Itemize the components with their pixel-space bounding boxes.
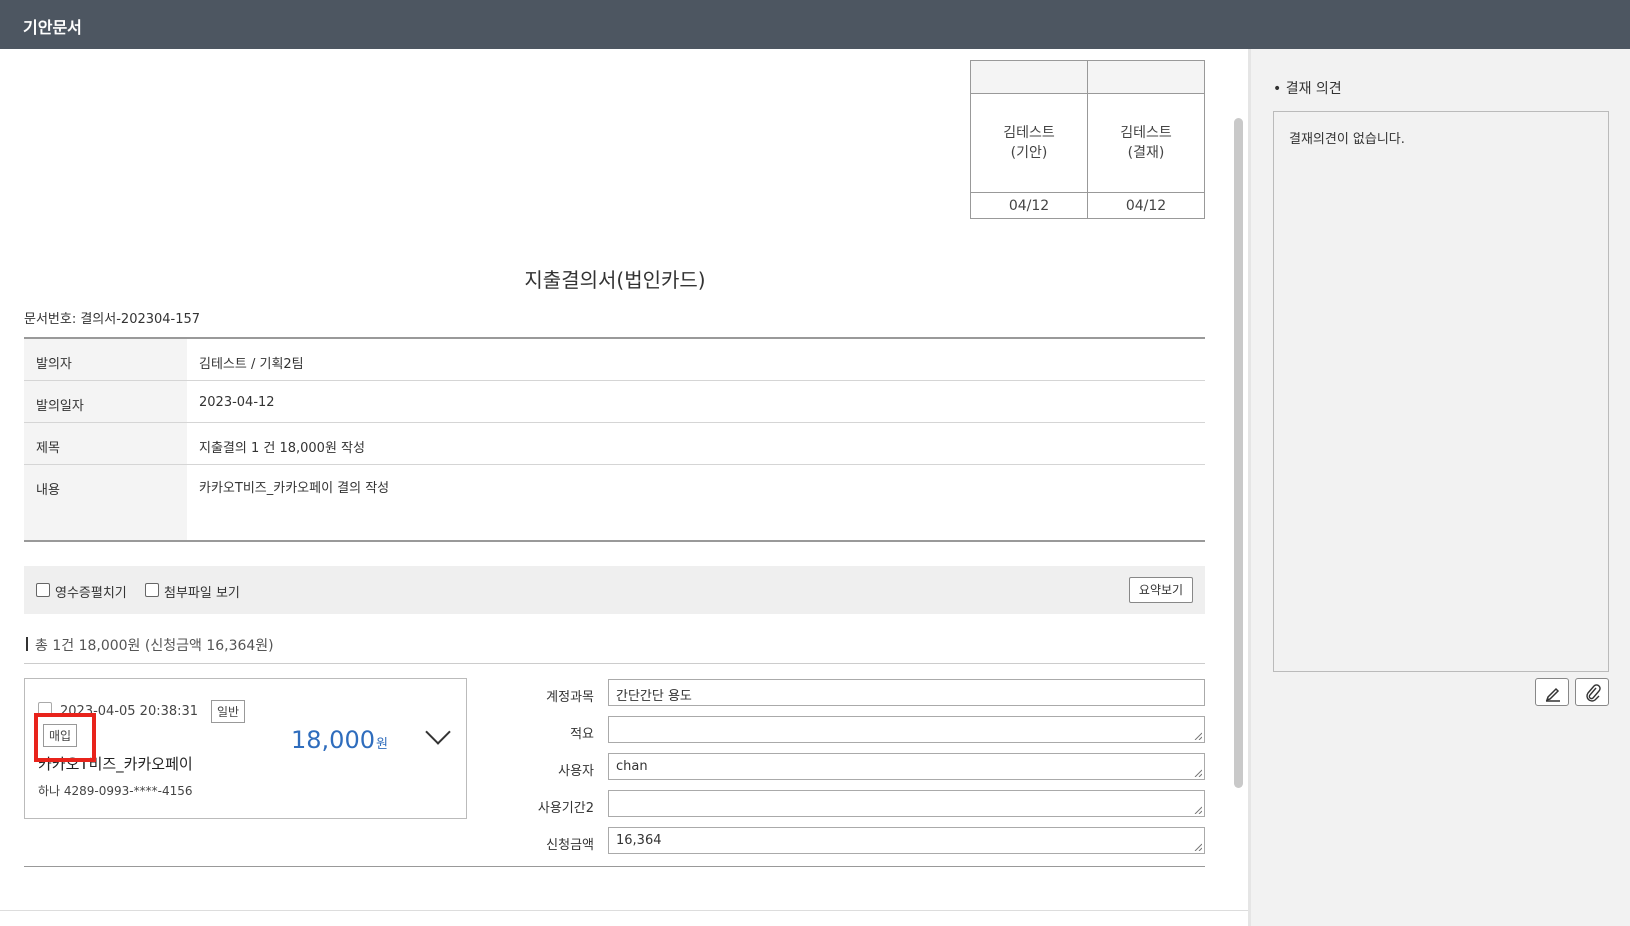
transaction-amount: 18,000원	[291, 726, 388, 754]
approval-date: 04/12	[1087, 192, 1205, 219]
approval-date: 04/12	[970, 192, 1088, 219]
account-field[interactable]: 간단간단 용도	[608, 679, 1205, 706]
total-summary: 총 1건 18,000원 (신청금액 16,364원)	[35, 638, 274, 654]
attachment-view-checkbox[interactable]	[145, 583, 159, 597]
info-row-content: 내용 카카오T비즈_카카오페이 결의 작성	[24, 465, 1205, 541]
field-label-account: 계정과목	[546, 690, 594, 705]
field-label-period: 사용기간2	[537, 801, 594, 816]
resize-handle-icon[interactable]	[1194, 732, 1202, 740]
document-number: 문서번호: 결의서-202304-157	[24, 312, 201, 327]
amount-unit: 원	[375, 737, 388, 752]
info-value: 카카오T비즈_카카오페이 결의 작성	[199, 481, 390, 496]
pencil-icon	[1545, 687, 1560, 702]
approver-role: (결재)	[1127, 145, 1165, 161]
window-title: 기안문서	[23, 18, 82, 37]
receipt-expand-checkbox[interactable]	[36, 583, 50, 597]
period-field[interactable]	[608, 790, 1205, 817]
summary-view-button[interactable]: 요약보기	[1129, 577, 1193, 603]
summary-field[interactable]	[608, 716, 1205, 743]
opinion-box: 결재의견이 없습니다.	[1273, 111, 1609, 672]
field-label-summary: 적요	[570, 727, 594, 742]
user-field[interactable]: chan	[608, 753, 1205, 780]
resize-handle-icon[interactable]	[1194, 843, 1202, 851]
approver-name: 김테스트	[1003, 125, 1055, 141]
paperclip-icon	[1586, 684, 1601, 702]
items-bottom-border	[24, 866, 1205, 867]
info-value: 지출결의 1 건 18,000원 작성	[199, 441, 365, 456]
approver-name-approver: 김테스트 (결재)	[1087, 93, 1205, 193]
card-number: 하나 4289-0993-****-4156	[38, 784, 193, 798]
info-label: 발의일자	[24, 381, 187, 422]
scrollbar-thumb[interactable]	[1234, 118, 1243, 788]
expense-toolbar: 영수증펼치기 첨부파일 보기 요약보기	[24, 566, 1205, 614]
write-opinion-button[interactable]	[1535, 678, 1569, 706]
info-value: 김테스트 / 기획2팀	[199, 357, 304, 372]
info-label: 제목	[24, 423, 187, 464]
approver-role: (기안)	[1010, 145, 1048, 161]
highlight-box	[34, 713, 96, 762]
request-amount-field[interactable]: 16,364	[608, 827, 1205, 854]
info-table-bottom-border	[24, 540, 1205, 542]
info-label: 발의자	[24, 339, 187, 380]
total-marker	[26, 637, 28, 651]
chevron-down-icon[interactable]	[425, 719, 451, 745]
pane-bottom-divider	[0, 910, 1248, 911]
info-row-date: 발의일자 2023-04-12	[24, 381, 1205, 423]
request-amount-value: 16,364	[616, 833, 662, 848]
field-label-request-amount: 신청금액	[546, 838, 594, 853]
user-field-value: chan	[616, 759, 648, 774]
attach-file-button[interactable]	[1575, 678, 1609, 706]
info-row-drafter: 발의자 김테스트 / 기획2팀	[24, 339, 1205, 381]
top-bar: 기안문서	[0, 0, 1630, 49]
approval-stamp-cell-1	[970, 60, 1088, 94]
type-badge: 일반	[211, 700, 246, 723]
approver-name-drafter: 김테스트 (기안)	[970, 93, 1088, 193]
resize-handle-icon[interactable]	[1194, 769, 1202, 777]
opinion-heading: • 결재 의견	[1273, 81, 1342, 97]
field-label-user: 사용자	[558, 764, 594, 779]
total-divider	[24, 663, 1205, 664]
opinion-empty-text: 결재의견이 없습니다.	[1289, 132, 1405, 147]
approval-stamp-cell-2	[1087, 60, 1205, 94]
amount-value: 18,000	[291, 726, 375, 754]
info-row-subject: 제목 지출결의 1 건 18,000원 작성	[24, 423, 1205, 465]
resize-handle-icon[interactable]	[1194, 806, 1202, 814]
info-value: 2023-04-12	[199, 395, 275, 410]
receipt-expand-label[interactable]: 영수증펼치기	[55, 582, 127, 601]
info-label: 내용	[24, 465, 187, 541]
document-title: 지출결의서(법인카드)	[524, 268, 706, 292]
approval-table: 김테스트 (기안) 김테스트 (결재) 04/12 04/12	[970, 60, 1205, 219]
attachment-view-label[interactable]: 첨부파일 보기	[164, 582, 240, 601]
approver-name: 김테스트	[1120, 125, 1172, 141]
